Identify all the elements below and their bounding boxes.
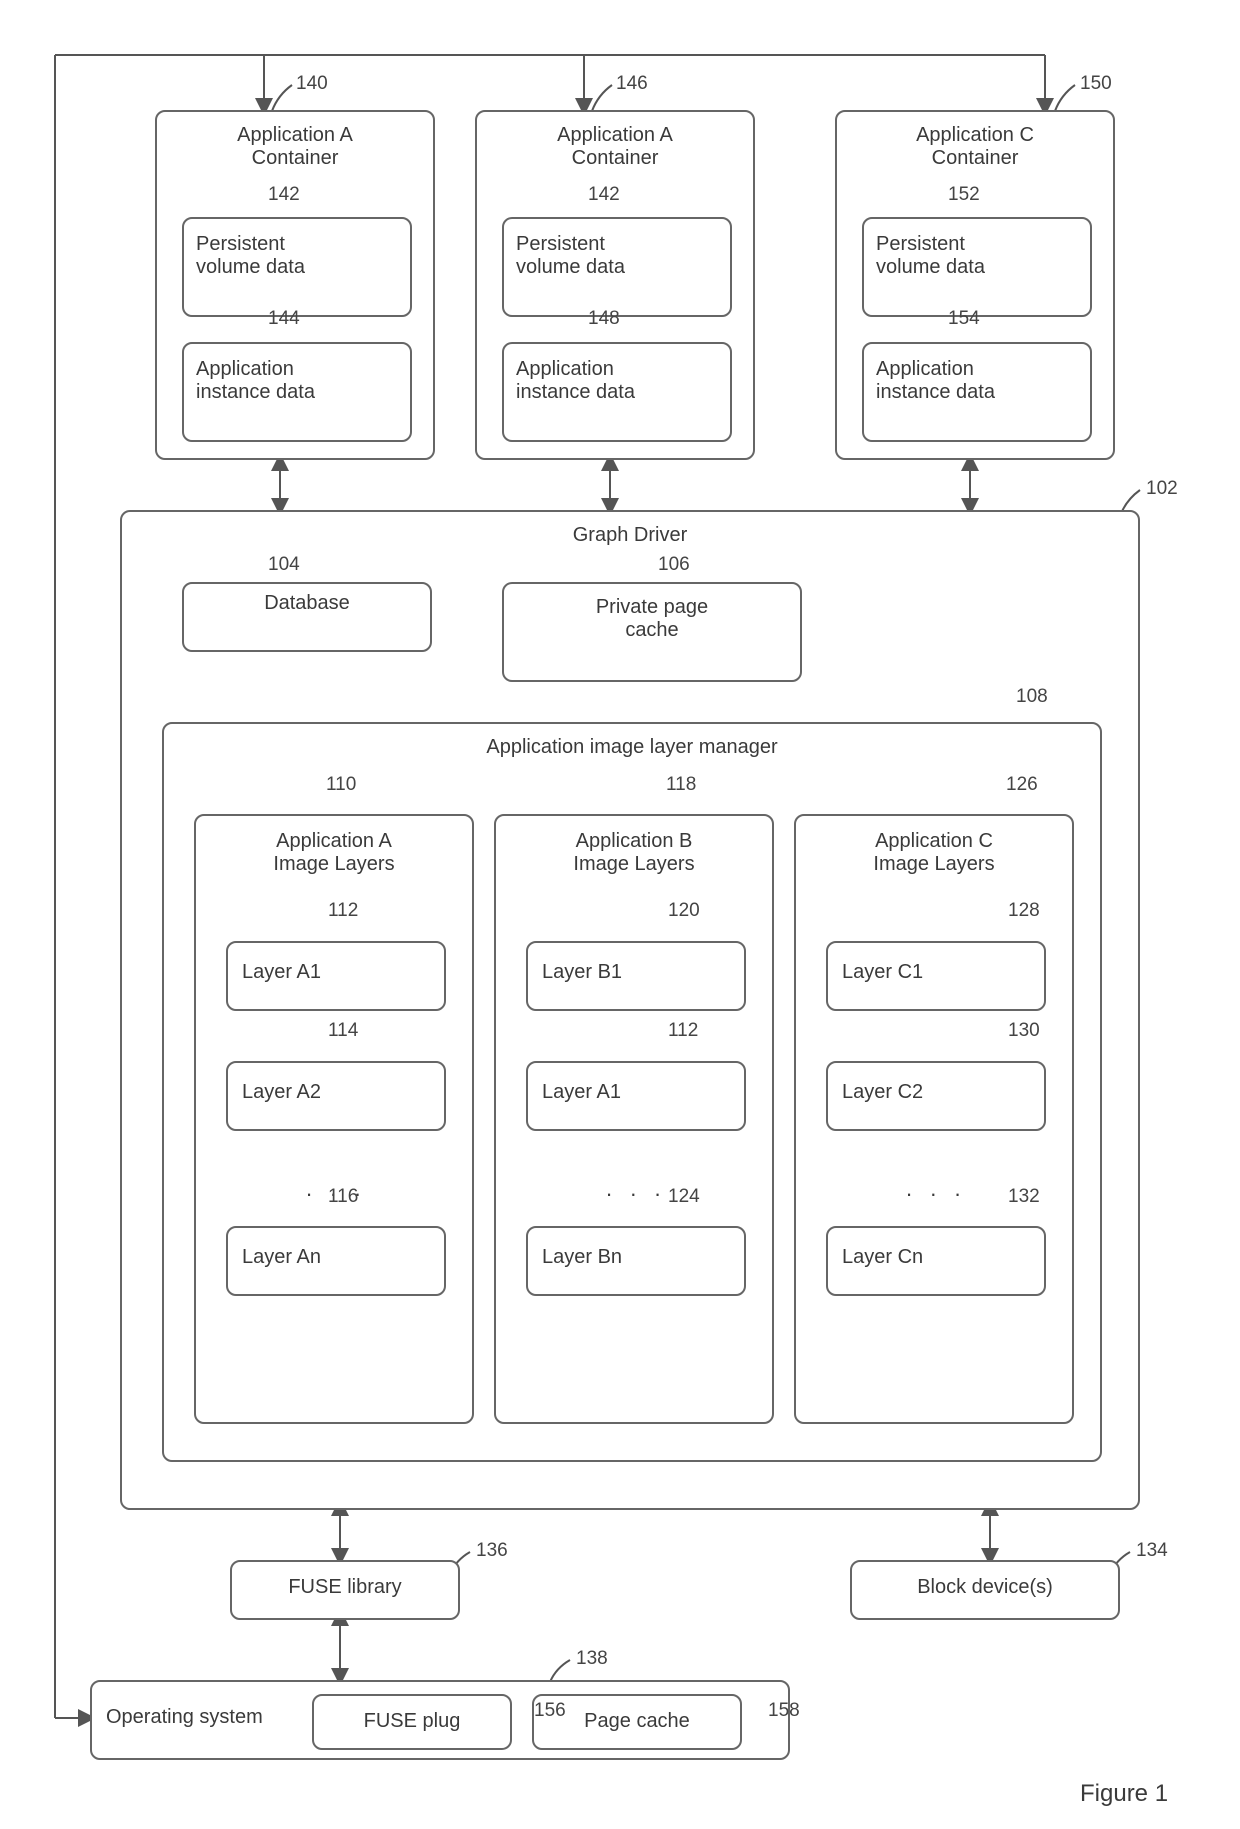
ref-148: 148	[588, 308, 620, 330]
container-title: Application A Container	[157, 124, 433, 170]
app-instance-label: Application instance data	[516, 358, 635, 404]
ref-102: 102	[1146, 478, 1178, 500]
ellipsis-icon: . . .	[906, 1176, 967, 1202]
block-devices-label: Block device(s)	[852, 1576, 1118, 1599]
ref-106: 106	[658, 554, 690, 576]
layer-manager: Application image layer manager Applicat…	[162, 722, 1102, 1462]
ref-130: 130	[1008, 1020, 1040, 1042]
container-a2: Application A Container Persistent volum…	[475, 110, 755, 460]
ref-158: 158	[768, 1700, 800, 1722]
layer-box: Layer An	[226, 1226, 446, 1296]
layer-label: Layer Bn	[542, 1246, 622, 1269]
app-instance-label: Application instance data	[876, 358, 995, 404]
ref-150: 150	[1080, 73, 1112, 95]
layer-label: Layer C1	[842, 961, 923, 984]
ref-104: 104	[268, 554, 300, 576]
persistent-volume-box: Persistent volume data	[862, 217, 1092, 317]
ref-132: 132	[1008, 1186, 1040, 1208]
layer-label: Layer A1	[542, 1081, 621, 1104]
ref-152: 152	[948, 184, 980, 206]
layer-box: Layer A1	[526, 1061, 746, 1131]
fuse-plug-box: FUSE plug	[312, 1694, 512, 1750]
private-cache-label: Private page cache	[504, 596, 800, 642]
operating-system-box: Operating system FUSE plug Page cache	[90, 1680, 790, 1760]
container-title: Application C Container	[837, 124, 1113, 170]
layer-label: Layer Cn	[842, 1246, 923, 1269]
layer-label: Layer B1	[542, 961, 622, 984]
fuse-plug-label: FUSE plug	[314, 1710, 510, 1733]
block-devices-box: Block device(s)	[850, 1560, 1120, 1620]
layer-label: Layer An	[242, 1246, 321, 1269]
private-cache-box: Private page cache	[502, 582, 802, 682]
ref-120: 120	[668, 900, 700, 922]
graph-driver-title: Graph Driver	[122, 524, 1138, 547]
app-instance-label: Application instance data	[196, 358, 315, 404]
ref-144: 144	[268, 308, 300, 330]
app-instance-box: Application instance data	[182, 342, 412, 442]
ref-136: 136	[476, 1540, 508, 1562]
ref-140: 140	[296, 73, 328, 95]
database-box: Database	[182, 582, 432, 652]
layer-label: Layer C2	[842, 1081, 923, 1104]
persistent-volume-box: Persistent volume data	[182, 217, 412, 317]
persistent-volume-label: Persistent volume data	[876, 233, 985, 279]
ref-146: 146	[616, 73, 648, 95]
group-title: Application C Image Layers	[796, 830, 1072, 876]
fuse-library-box: FUSE library	[230, 1560, 460, 1620]
ref-142a: 142	[268, 184, 300, 206]
app-instance-box: Application instance data	[502, 342, 732, 442]
ref-110: 110	[326, 774, 356, 796]
layer-box: Layer B1	[526, 941, 746, 1011]
persistent-volume-box: Persistent volume data	[502, 217, 732, 317]
ref-114: 114	[328, 1020, 358, 1042]
layer-manager-title: Application image layer manager	[164, 736, 1100, 759]
ref-124: 124	[668, 1186, 700, 1208]
persistent-volume-label: Persistent volume data	[196, 233, 305, 279]
layer-box: Layer C1	[826, 941, 1046, 1011]
layer-box: Layer A1	[226, 941, 446, 1011]
layer-label: Layer A1	[242, 961, 321, 984]
figure-caption: Figure 1	[1080, 1780, 1168, 1808]
layer-label: Layer A2	[242, 1081, 321, 1104]
layer-box: Layer Bn	[526, 1226, 746, 1296]
app-instance-box: Application instance data	[862, 342, 1092, 442]
persistent-volume-label: Persistent volume data	[516, 233, 625, 279]
layer-box: Layer C2	[826, 1061, 1046, 1131]
container-title: Application A Container	[477, 124, 753, 170]
layer-box: Layer Cn	[826, 1226, 1046, 1296]
os-label: Operating system	[106, 1706, 263, 1729]
ref-126: 126	[1006, 774, 1038, 796]
layer-box: Layer A2	[226, 1061, 446, 1131]
ref-112b: 112	[668, 1020, 698, 1042]
ref-108: 108	[1016, 686, 1048, 708]
graph-driver: Graph Driver Database Private page cache…	[120, 510, 1140, 1510]
ref-116: 116	[328, 1186, 358, 1208]
group-title: Application A Image Layers	[196, 830, 472, 876]
image-layers-b: Application B Image Layers Layer B1 Laye…	[494, 814, 774, 1424]
ref-134: 134	[1136, 1540, 1168, 1562]
ref-142b: 142	[588, 184, 620, 206]
group-title: Application B Image Layers	[496, 830, 772, 876]
container-c: Application C Container Persistent volum…	[835, 110, 1115, 460]
ellipsis-icon: . . .	[606, 1176, 667, 1202]
ref-118: 118	[666, 774, 696, 796]
fuse-library-label: FUSE library	[232, 1576, 458, 1599]
database-label: Database	[184, 592, 430, 615]
ref-138: 138	[576, 1648, 608, 1670]
container-a: Application A Container Persistent volum…	[155, 110, 435, 460]
ref-128: 128	[1008, 900, 1040, 922]
ref-112a: 112	[328, 900, 358, 922]
ref-154: 154	[948, 308, 980, 330]
ref-156: 156	[534, 1700, 566, 1722]
